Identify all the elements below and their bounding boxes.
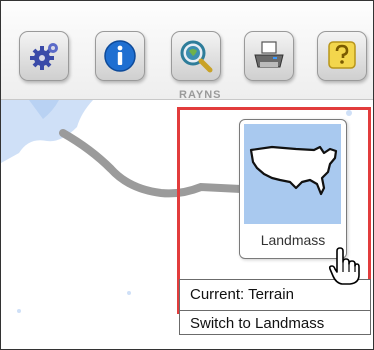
- basemap-option-landmass[interactable]: Landmass: [239, 119, 347, 259]
- magnifier-globe-icon: [180, 40, 213, 73]
- tooltip-current-basemap: Current: Terrain: [190, 286, 294, 303]
- map-application: RAYNS Landmass Current: Terrain Switch t…: [0, 0, 374, 350]
- toolbar: RAYNS: [1, 1, 373, 101]
- basemap-tooltip: Current: Terrain Switch to Landmass: [179, 279, 371, 335]
- tooltip-divider: [180, 310, 370, 311]
- us-map-icon: [249, 145, 338, 196]
- info-button[interactable]: [95, 31, 145, 81]
- hand-cursor-icon: [328, 247, 360, 285]
- help-icon: [328, 41, 356, 69]
- landmass-label: Landmass: [260, 232, 326, 248]
- printer-icon: [254, 41, 284, 68]
- tooltip-switch-action: Switch to Landmass: [190, 315, 325, 332]
- info-icon: [104, 40, 136, 72]
- settings-button[interactable]: [19, 31, 69, 81]
- help-button[interactable]: [317, 31, 367, 81]
- gear-icon: [30, 43, 58, 70]
- search-button[interactable]: [171, 31, 221, 81]
- print-button[interactable]: [244, 31, 294, 81]
- landmass-thumbnail: [244, 124, 341, 224]
